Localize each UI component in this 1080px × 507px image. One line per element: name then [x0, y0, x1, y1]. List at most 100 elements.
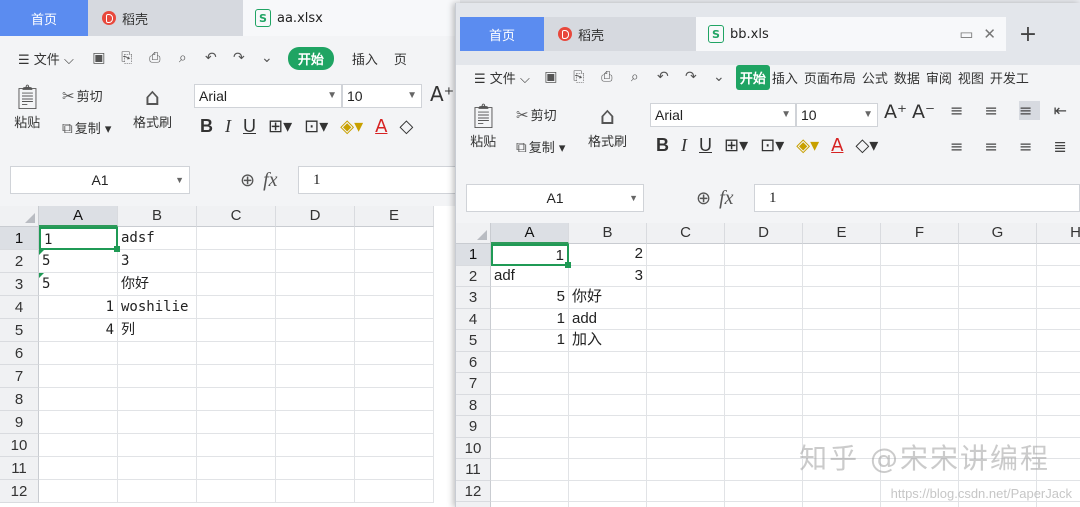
cell-g6[interactable]: [959, 351, 1037, 373]
cell-f6[interactable]: [881, 351, 959, 373]
tab-view[interactable]: 视图: [958, 68, 984, 87]
column-header-h[interactable]: H: [1037, 223, 1080, 244]
cell-g4[interactable]: [959, 308, 1037, 330]
cell-d7[interactable]: [276, 365, 355, 388]
tab-file[interactable]: S aa.xlsx: [243, 0, 460, 36]
row-header-3[interactable]: 3: [456, 287, 491, 309]
row-header-10[interactable]: 10: [0, 434, 39, 457]
cell-d10[interactable]: [725, 437, 803, 459]
cell-c6[interactable]: [647, 351, 725, 373]
print-preview-icon[interactable]: ⌕: [172, 47, 194, 69]
undo-icon[interactable]: ↶: [652, 66, 674, 88]
tab-docer[interactable]: 稻壳: [88, 0, 243, 36]
name-box[interactable]: A1 ▼: [466, 184, 644, 212]
cell-d1[interactable]: [725, 244, 803, 266]
cell-f9[interactable]: [881, 416, 959, 438]
cell-c3[interactable]: [647, 287, 725, 309]
column-header-c[interactable]: C: [197, 206, 276, 227]
row-header-11[interactable]: 11: [456, 459, 491, 481]
fill-color-icon[interactable]: ◈▾: [340, 116, 363, 137]
cell-e8[interactable]: [355, 388, 434, 411]
cut-button[interactable]: ✂ 剪切: [62, 86, 103, 105]
cell-a5[interactable]: 1: [491, 330, 569, 352]
cell-g8[interactable]: [959, 394, 1037, 416]
cell-f5[interactable]: [881, 330, 959, 352]
cell-d12[interactable]: [725, 480, 803, 502]
cell-e10[interactable]: [355, 434, 434, 457]
cell-b9[interactable]: [569, 416, 647, 438]
cell-f4[interactable]: [881, 308, 959, 330]
column-header-a[interactable]: A: [491, 223, 569, 244]
row-header-9[interactable]: 9: [0, 411, 39, 434]
tab-start[interactable]: 开始: [287, 46, 334, 70]
font-size-select[interactable]: 10 ▼: [796, 103, 878, 127]
print-icon[interactable]: ⎙: [144, 47, 166, 69]
column-header-g[interactable]: G: [959, 223, 1037, 244]
cell-a1[interactable]: 1: [39, 227, 120, 252]
cell-g7[interactable]: [959, 373, 1037, 395]
cell-c3[interactable]: [197, 273, 276, 296]
restore-icon[interactable]: ▭: [959, 25, 973, 43]
formula-input[interactable]: 1: [298, 166, 460, 194]
file-menu[interactable]: ☰ 文件 ⌵: [18, 49, 74, 68]
cell-h2[interactable]: [1037, 266, 1080, 287]
cell-a2[interactable]: adf: [491, 265, 569, 287]
cell-h8[interactable]: [1037, 395, 1080, 416]
row-header-6[interactable]: 6: [0, 342, 39, 365]
cell-b10[interactable]: [569, 437, 647, 459]
cell-h1[interactable]: [1037, 244, 1080, 266]
underline-icon[interactable]: U: [243, 116, 256, 137]
cell-h3[interactable]: [1037, 287, 1080, 309]
cell-b11[interactable]: [569, 459, 647, 481]
cell-d6[interactable]: [276, 342, 355, 365]
cell-a10[interactable]: [491, 437, 569, 459]
cell-b12[interactable]: [569, 480, 647, 502]
column-header-b[interactable]: B: [118, 206, 197, 227]
spreadsheet-grid[interactable]: A B C D E 1 1 adsf 2 5 3 3 5 你好 4 1 woshilie 5 4 列 6 7 8 9 10 11 1…: [0, 206, 460, 507]
tab-developer[interactable]: 开发工: [990, 68, 1029, 87]
cell-e12[interactable]: [803, 480, 881, 502]
cell-c10[interactable]: [197, 434, 276, 457]
cell-d7[interactable]: [725, 373, 803, 395]
cell-a10[interactable]: [39, 434, 118, 457]
cell-g5[interactable]: [959, 330, 1037, 352]
cell-g9[interactable]: [959, 416, 1037, 438]
cell-b6[interactable]: [569, 351, 647, 373]
cell-a6[interactable]: [491, 351, 569, 373]
file-menu[interactable]: ☰ 文件 ⌵: [474, 68, 530, 87]
cell-b4[interactable]: woshilie: [118, 296, 197, 319]
cell-c10[interactable]: [647, 437, 725, 459]
cell-e5[interactable]: [355, 319, 434, 342]
cell-b8[interactable]: [569, 394, 647, 416]
copy-button[interactable]: ⧉ 复制 ▾: [62, 118, 111, 137]
tab-start[interactable]: 开始: [735, 64, 770, 90]
bold-icon[interactable]: B: [200, 116, 213, 137]
increase-font-icon[interactable]: A⁺: [884, 101, 907, 123]
format-painter-button[interactable]: ⌂ 格式刷: [588, 101, 627, 150]
cell-e8[interactable]: [803, 394, 881, 416]
cell-c12[interactable]: [197, 480, 276, 503]
cell-e2[interactable]: [355, 250, 434, 273]
cell-c7[interactable]: [197, 365, 276, 388]
cell-d11[interactable]: [276, 457, 355, 480]
row-header-2[interactable]: 2: [0, 250, 39, 273]
increase-font-icon[interactable]: A⁺: [430, 82, 454, 106]
tab-page[interactable]: 页: [394, 49, 407, 68]
tab-review[interactable]: 审阅: [926, 68, 952, 87]
cell-a3[interactable]: 5: [491, 287, 569, 309]
redo-icon[interactable]: ↷: [228, 47, 250, 69]
decrease-font-icon[interactable]: A⁻: [912, 101, 935, 123]
cell-c1[interactable]: [197, 227, 276, 250]
cell-a13[interactable]: [491, 502, 569, 507]
cell-h4[interactable]: [1037, 309, 1080, 330]
cell-e11[interactable]: [355, 457, 434, 480]
cell-c1[interactable]: [647, 244, 725, 266]
cell-b7[interactable]: [569, 373, 647, 395]
cell-c2[interactable]: [197, 250, 276, 273]
name-box[interactable]: A1 ▼: [10, 166, 190, 194]
cell-e2[interactable]: [803, 265, 881, 287]
cell-c13[interactable]: [647, 502, 725, 507]
cell-b2[interactable]: 3: [569, 265, 647, 287]
italic-icon[interactable]: I: [681, 135, 687, 156]
column-header-e[interactable]: E: [803, 223, 881, 244]
